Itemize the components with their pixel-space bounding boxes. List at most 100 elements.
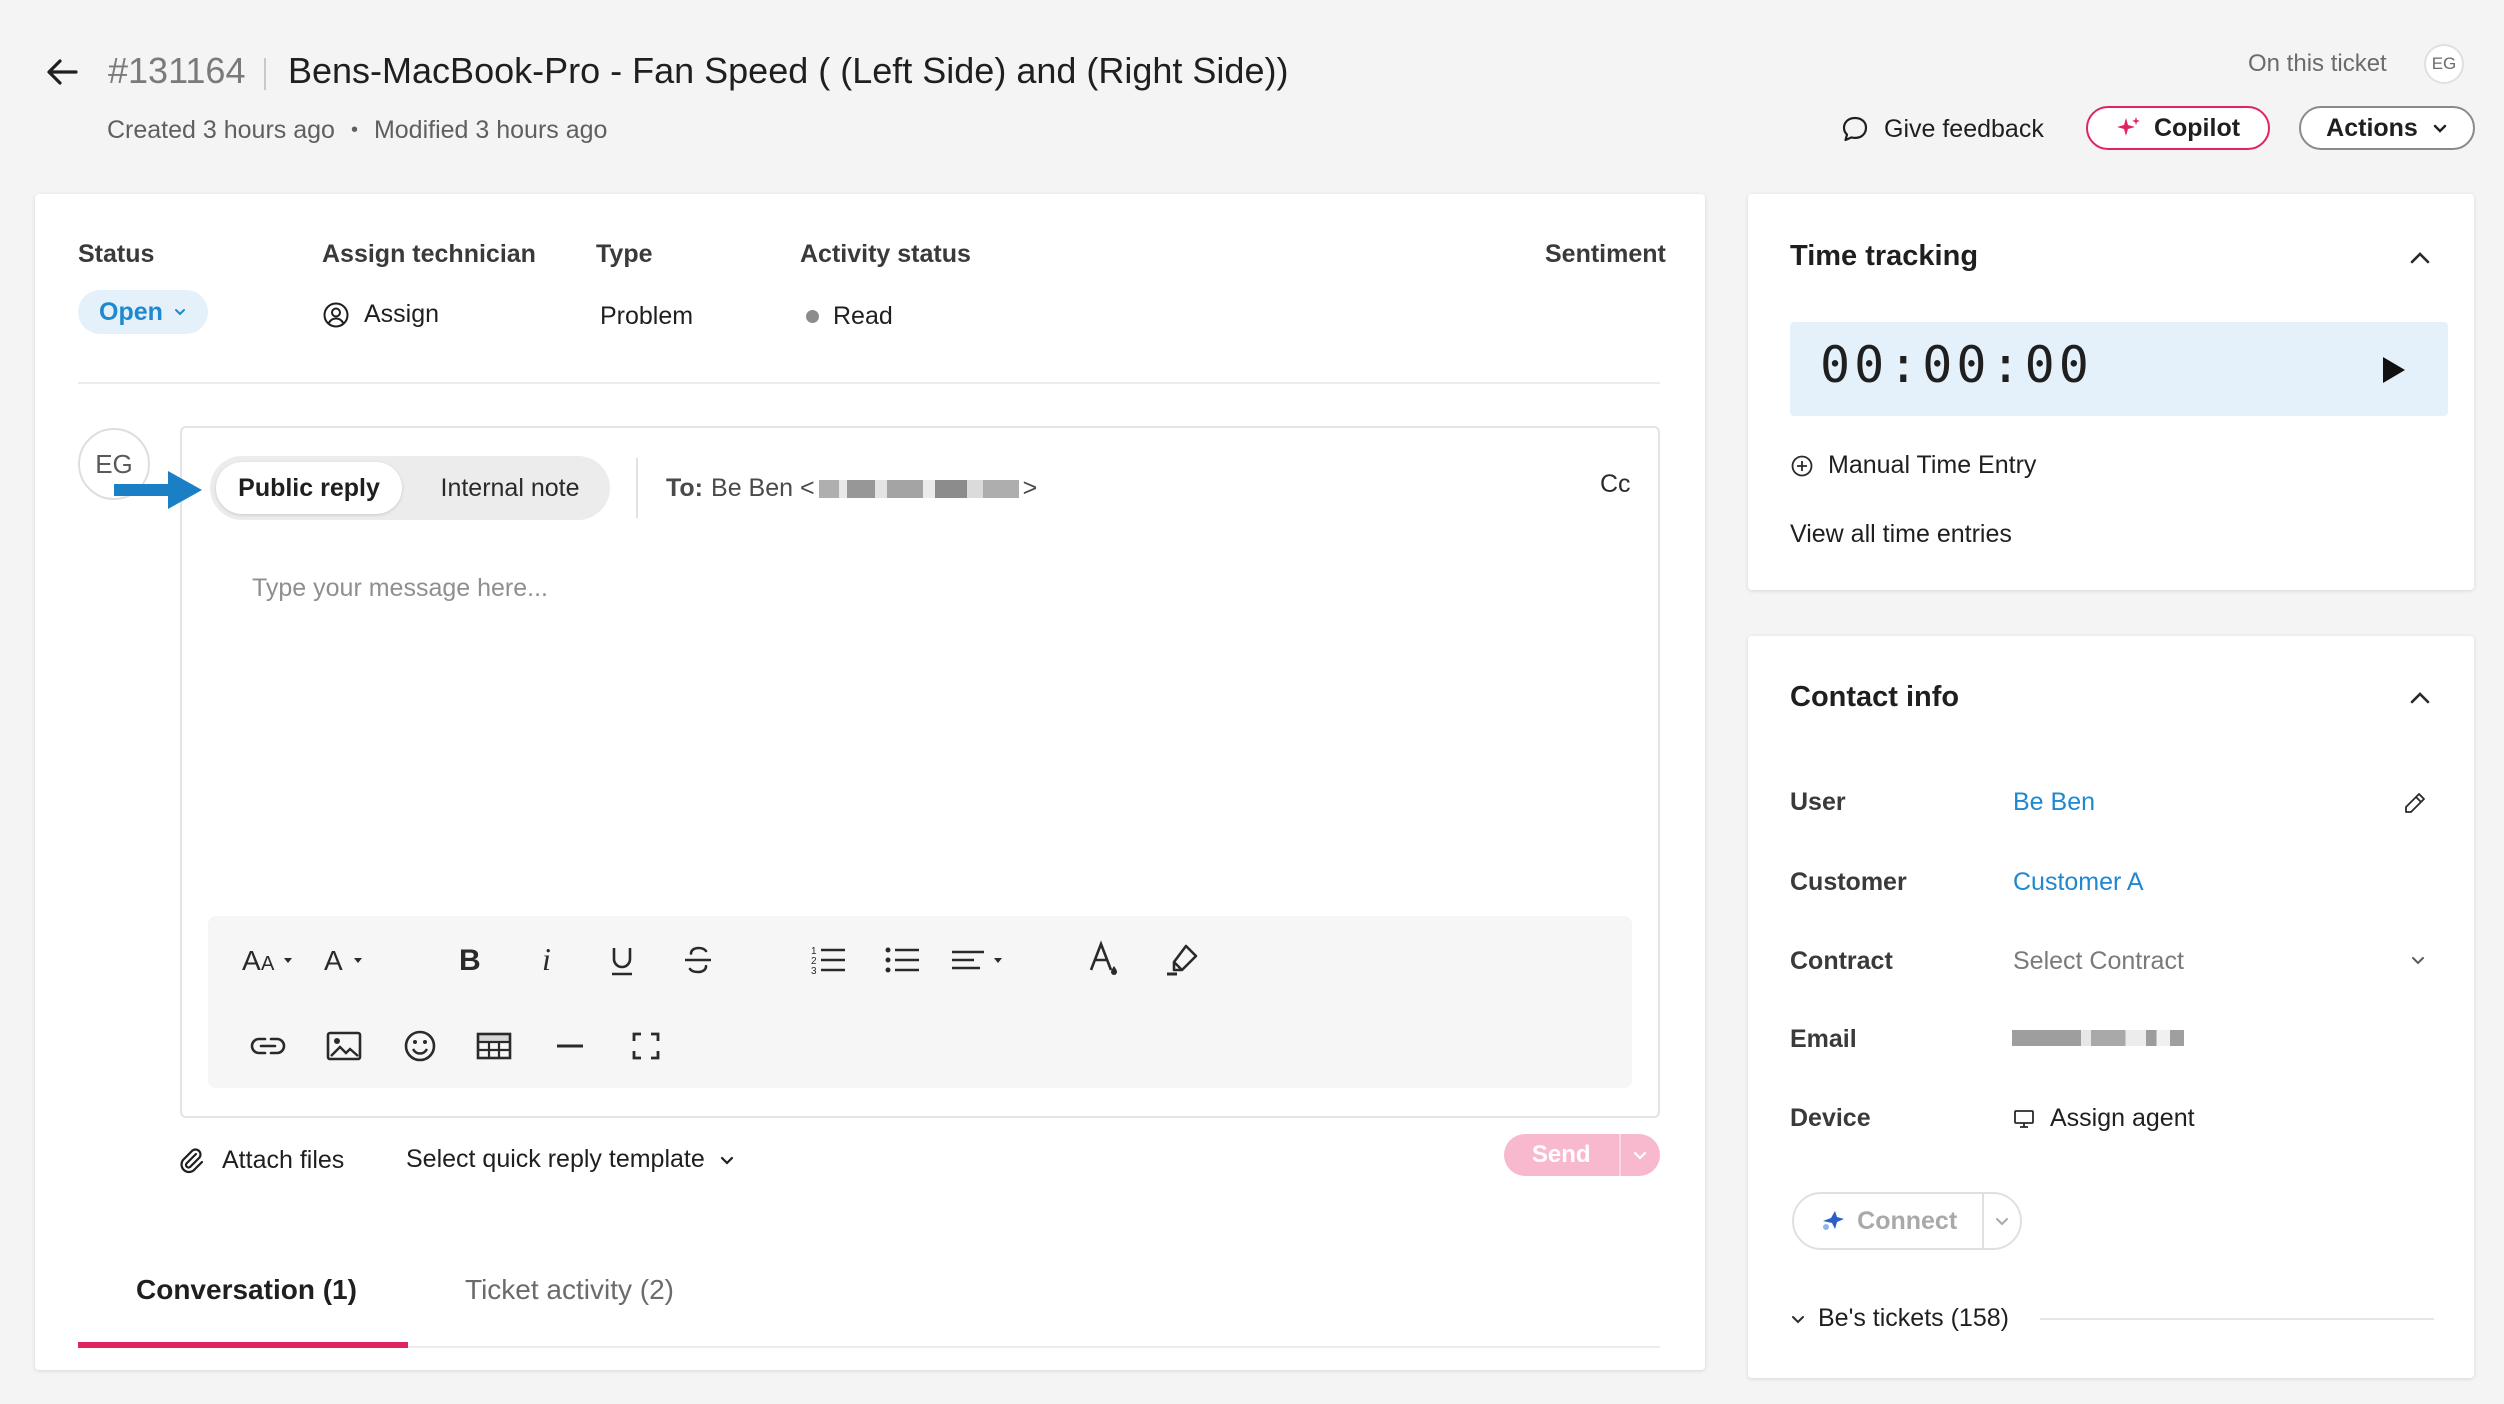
copilot-label: Copilot [2153, 113, 2241, 142]
plus-circle-icon [1790, 454, 1814, 478]
time-tracking-title: Time tracking [1790, 240, 1979, 272]
internal-note-tab[interactable]: Internal note [420, 462, 600, 514]
actions-label: Actions [2326, 113, 2418, 142]
customer-link[interactable]: Customer A [2013, 868, 2144, 897]
chevron-down-icon [2432, 120, 2448, 136]
fullscreen-icon[interactable] [624, 1024, 668, 1068]
font-size-icon[interactable]: AA [242, 938, 298, 982]
text-color-icon[interactable] [1082, 938, 1126, 982]
type-value[interactable]: Problem [600, 302, 693, 331]
svg-text:A: A [261, 953, 275, 975]
quick-reply-label: Select quick reply template [406, 1145, 705, 1173]
chevron-up-icon[interactable] [2406, 244, 2434, 272]
link-icon[interactable] [246, 1024, 290, 1068]
customer-label: Customer [1790, 868, 1907, 896]
bold-icon[interactable]: B [448, 938, 492, 982]
table-icon[interactable] [472, 1024, 516, 1068]
tab-ticket-activity[interactable]: Ticket activity (2) [465, 1274, 674, 1306]
status-dropdown[interactable]: Open [78, 290, 208, 334]
remote-connect-icon [1819, 1207, 1847, 1235]
svg-text:A: A [242, 945, 261, 976]
give-feedback-button[interactable]: Give feedback [1840, 114, 2044, 144]
assign-technician-button[interactable]: Assign [322, 300, 439, 329]
chevron-down-icon [173, 305, 187, 319]
status-label: Status [78, 240, 155, 268]
image-icon[interactable] [322, 1024, 366, 1068]
recipient-field[interactable]: To: Be Ben < > [666, 474, 1037, 503]
recipient-name: Be Ben < [711, 474, 815, 502]
activity-status[interactable]: Read [806, 302, 893, 331]
meta-separator: • [350, 119, 358, 141]
bullet-list-icon[interactable] [880, 938, 924, 982]
assign-value: Assign [364, 300, 440, 328]
chevron-down-icon [1994, 1213, 2010, 1229]
assign-agent-button[interactable]: Assign agent [2012, 1104, 2195, 1133]
modified-time: Modified 3 hours ago [373, 116, 608, 144]
message-input[interactable]: Type your message here... [252, 574, 548, 603]
underline-icon[interactable] [600, 938, 644, 982]
divider [78, 382, 1660, 384]
status-dot-icon [806, 310, 819, 323]
copilot-button[interactable]: Copilot [2086, 106, 2270, 150]
to-label: To: [666, 474, 704, 502]
timer-value: 00:00:00 [1820, 336, 2093, 394]
viewer-avatar[interactable]: EG [2424, 44, 2464, 84]
horizontal-rule-icon[interactable] [548, 1024, 592, 1068]
divider [636, 458, 638, 518]
strikethrough-icon[interactable] [676, 938, 720, 982]
align-icon[interactable] [950, 938, 1010, 982]
send-button[interactable]: Send [1504, 1134, 1621, 1176]
assign-agent-label: Assign agent [2050, 1104, 2195, 1132]
quick-reply-template-dropdown[interactable]: Select quick reply template [406, 1145, 735, 1174]
type-label: Type [596, 240, 653, 268]
tab-conversation[interactable]: Conversation (1) [136, 1274, 357, 1306]
svg-text:A: A [324, 945, 343, 976]
italic-icon[interactable]: i [526, 938, 570, 982]
connect-button-group: Connect [1792, 1192, 2022, 1250]
connect-button[interactable]: Connect [1794, 1194, 1985, 1248]
device-label: Device [1790, 1104, 1871, 1132]
cc-button[interactable]: Cc [1600, 470, 1631, 499]
divider [2040, 1318, 2434, 1320]
svg-text:i: i [542, 942, 551, 977]
contract-select[interactable]: Select Contract [2013, 947, 2184, 976]
highlighter-icon[interactable] [1160, 938, 1204, 982]
view-all-time-entries-link[interactable]: View all time entries [1790, 520, 2012, 549]
font-family-icon[interactable]: A [322, 938, 372, 982]
on-this-ticket-label: On this ticket [2248, 50, 2387, 77]
manual-time-entry-label: Manual Time Entry [1828, 451, 2037, 479]
attach-files-button[interactable]: Attach files [176, 1145, 344, 1175]
pencil-icon[interactable] [2402, 790, 2428, 816]
svg-text:B: B [459, 944, 481, 977]
actions-button[interactable]: Actions [2299, 106, 2475, 150]
chevron-down-icon [719, 1152, 735, 1168]
back-arrow-icon[interactable] [44, 54, 80, 90]
status-value: Open [99, 297, 163, 326]
created-time: Created 3 hours ago [107, 116, 335, 144]
activity-status-value: Read [833, 302, 893, 330]
user-link[interactable]: Be Ben [2013, 788, 2095, 817]
emoji-icon[interactable] [398, 1024, 442, 1068]
ticket-id: #131164 [108, 50, 246, 91]
play-icon[interactable] [2374, 352, 2410, 388]
contact-info-panel [1748, 636, 2474, 1378]
numbered-list-icon[interactable]: 123 [806, 938, 850, 982]
manual-time-entry-button[interactable]: Manual Time Entry [1790, 451, 2036, 480]
contact-info-title: Contact info [1790, 681, 1960, 713]
pointer-arrow-icon [110, 466, 206, 514]
user-label: User [1790, 788, 1846, 816]
activity-status-label: Activity status [800, 240, 971, 268]
user-tickets-toggle[interactable]: Be's tickets (158) [1790, 1304, 2009, 1333]
chevron-down-icon[interactable] [2408, 950, 2428, 970]
chevron-up-icon[interactable] [2406, 684, 2434, 712]
connect-options-button[interactable] [1984, 1194, 2020, 1248]
user-circle-icon [322, 301, 350, 329]
chat-bubble-icon [1840, 114, 1870, 144]
redacted-email [2012, 1030, 2184, 1046]
redacted-email [818, 479, 1019, 498]
email-label: Email [1790, 1025, 1857, 1053]
public-reply-tab[interactable]: Public reply [216, 462, 402, 514]
recipient-close: > [1022, 474, 1038, 502]
send-button-group: Send [1504, 1134, 1660, 1176]
give-feedback-label: Give feedback [1884, 114, 2044, 143]
